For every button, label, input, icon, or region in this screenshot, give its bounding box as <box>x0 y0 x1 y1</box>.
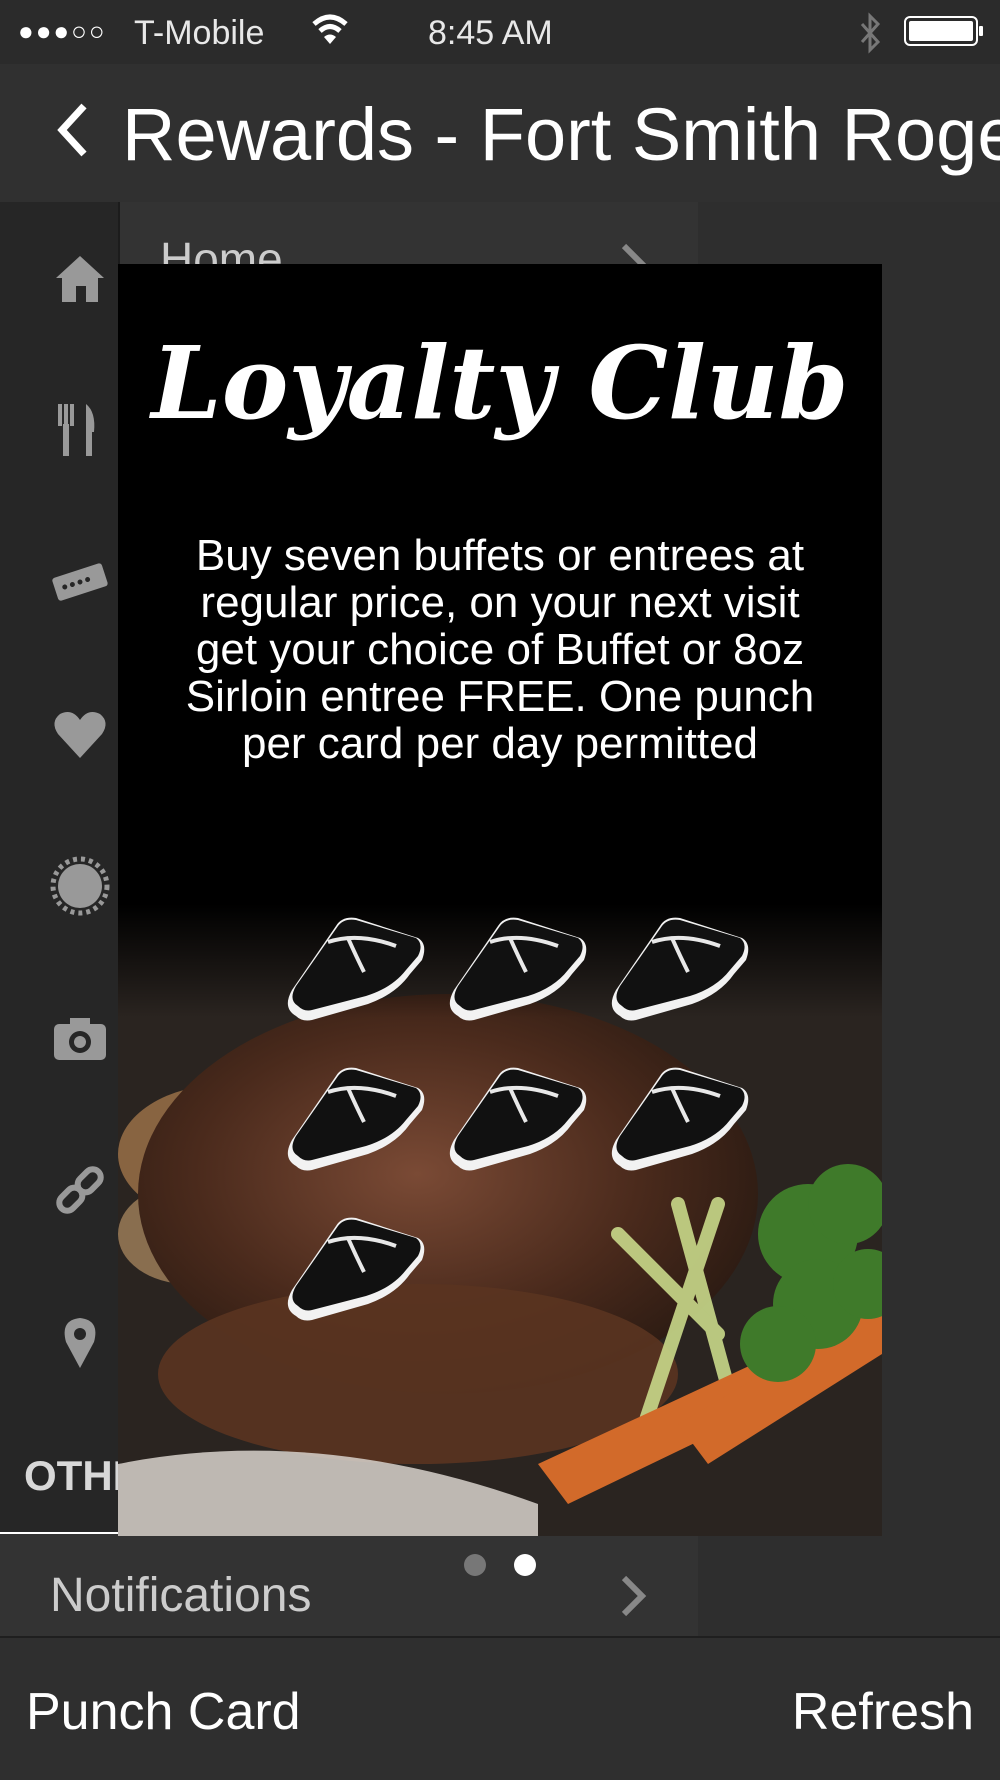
reward-description: Buy seven buffets or entrees at regular … <box>185 531 815 768</box>
status-bar: ●●●○○ T-Mobile 8:45 AM <box>0 0 1000 64</box>
punch-slot-steak-icon <box>449 917 587 1021</box>
icon-cell <box>0 810 120 962</box>
bluetooth-icon <box>860 12 881 54</box>
icon-cell <box>0 658 120 810</box>
punch-slot-steak-icon <box>611 1067 749 1171</box>
loyalty-punch-card[interactable]: Loyalty Club Buy seven buffets or entree… <box>118 264 882 1536</box>
navigation-bar: Rewards - Fort Smith Rogers <box>0 64 1000 202</box>
icon-cell <box>0 354 120 506</box>
punch-slot-steak-icon <box>449 1067 587 1171</box>
camera-icon <box>54 1018 106 1060</box>
home-icon <box>56 256 104 302</box>
punch-slot-steak-icon <box>287 1067 425 1171</box>
wifi-icon <box>312 14 348 44</box>
map-pin-icon <box>64 1318 96 1368</box>
icon-cell <box>0 202 120 354</box>
heart-icon <box>54 712 106 758</box>
refresh-button[interactable]: Refresh <box>792 1682 974 1742</box>
loyalty-club-logo: Loyalty Club <box>151 324 849 442</box>
page-indicator[interactable] <box>0 1552 1000 1582</box>
page-dot[interactable] <box>464 1554 486 1576</box>
icon-cell <box>0 962 120 1114</box>
badge-icon <box>50 856 110 916</box>
back-chevron-icon[interactable] <box>54 100 94 160</box>
ticket-icon <box>52 563 108 601</box>
icon-cell <box>0 1266 120 1418</box>
punch-card-button[interactable]: Punch Card <box>26 1682 301 1742</box>
clock: 8:45 AM <box>428 14 553 52</box>
icon-cell <box>0 1114 120 1266</box>
fork-knife-icon <box>58 404 95 456</box>
battery-icon <box>904 16 983 46</box>
link-icon <box>56 1166 104 1214</box>
bottom-toolbar: Punch Card Refresh <box>0 1636 1000 1780</box>
punch-slot-steak-icon <box>287 917 425 1021</box>
page-title: Rewards - Fort Smith Rogers <box>122 93 1000 176</box>
punch-slot-steak-icon <box>611 917 749 1021</box>
signal-strength: ●●●○○ <box>18 16 107 46</box>
punch-slot-steak-icon <box>287 1217 425 1321</box>
icon-cell <box>0 506 120 658</box>
carrier-name: T-Mobile <box>134 14 265 52</box>
page-dot[interactable] <box>514 1554 536 1576</box>
